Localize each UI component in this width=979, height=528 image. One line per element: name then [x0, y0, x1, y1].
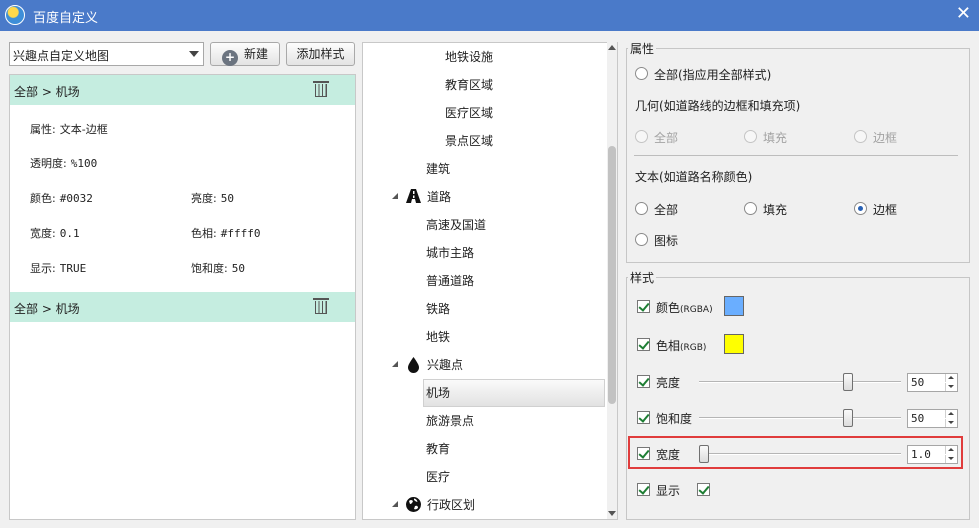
radio-text-border[interactable]: [854, 202, 867, 215]
trash-icon[interactable]: [313, 81, 329, 97]
poi-drop-icon: [408, 357, 419, 373]
tree-scrollbar[interactable]: [607, 42, 617, 519]
color-checkbox[interactable]: [637, 300, 650, 313]
scroll-thumb[interactable]: [608, 146, 616, 404]
spin-down-icon[interactable]: [945, 419, 956, 427]
hue-swatch[interactable]: [724, 334, 744, 354]
tree-item-airport[interactable]: 机场: [426, 382, 450, 404]
tree-item-medical-area[interactable]: 医疗区域: [445, 102, 493, 124]
tree-item-education-area[interactable]: 教育区域: [445, 74, 493, 96]
plus-icon: +: [221, 50, 238, 66]
radio-text-icon-label: 图标: [654, 234, 679, 248]
add-style-button[interactable]: 添加样式: [286, 42, 355, 66]
spin-down-icon[interactable]: [945, 383, 956, 391]
tree-item-highway[interactable]: 高速及国道: [426, 214, 486, 236]
saturation-slider-thumb[interactable]: [843, 409, 853, 427]
new-button-label: 新建: [243, 47, 268, 61]
hue-checkbox[interactable]: [637, 338, 650, 351]
scroll-up-icon[interactable]: [608, 45, 616, 50]
radio-geometry-fill-label: 填充: [763, 131, 788, 145]
radio-text-border-label: 边框: [873, 203, 898, 217]
spin-up-icon[interactable]: [945, 410, 956, 418]
radio-text-fill-label: 填充: [763, 203, 788, 217]
map-select-value: 兴趣点自定义地图: [13, 49, 110, 63]
radio-text-all[interactable]: [635, 202, 648, 215]
tree-item-tourist-spot[interactable]: 旅游景点: [426, 410, 474, 432]
style-group-title: 全部 > 机场: [14, 85, 80, 99]
geometry-title: 几何(如道路线的边框和填充项): [635, 99, 801, 113]
brightness-slider[interactable]: [699, 381, 901, 383]
map-select[interactable]: 兴趣点自定义地图: [9, 42, 204, 66]
prop-visible: 显示: TRUE: [30, 262, 87, 275]
tree-item-medical[interactable]: 医疗: [426, 466, 450, 488]
tree-item-road[interactable]: 道路: [427, 186, 451, 208]
brightness-spinbox[interactable]: 50: [907, 373, 958, 392]
road-icon: [406, 189, 421, 203]
window-title: 百度自定义: [33, 11, 99, 26]
style-group-header[interactable]: 全部 > 机场: [10, 75, 355, 105]
brightness-slider-thumb[interactable]: [843, 373, 853, 391]
radio-geometry-all[interactable]: [635, 130, 648, 143]
saturation-spinbox[interactable]: 50: [907, 409, 958, 428]
new-button[interactable]: + 新建: [210, 42, 280, 66]
highlight-box: [628, 436, 963, 469]
style-group-title: 样式: [628, 269, 657, 286]
hue-label: 色相(RGB): [656, 339, 707, 353]
chevron-down-icon[interactable]: [189, 51, 199, 57]
scroll-down-icon[interactable]: [608, 511, 616, 516]
tree-item-subway-facility[interactable]: 地铁设施: [445, 46, 493, 68]
visible-checkbox[interactable]: [637, 483, 650, 496]
attr-group-title: 属性: [628, 40, 657, 57]
tree-item-admin-division[interactable]: 行政区划: [427, 494, 475, 516]
tree-item-railway[interactable]: 铁路: [426, 298, 450, 320]
radio-apply-all[interactable]: [635, 67, 648, 80]
brightness-checkbox[interactable]: [637, 375, 650, 388]
tree-selection: [423, 379, 605, 407]
spin-up-icon[interactable]: [945, 374, 956, 382]
app-icon: [5, 5, 25, 25]
style-group-header[interactable]: 全部 > 机场: [10, 292, 355, 322]
tree-item-subway[interactable]: 地铁: [426, 326, 450, 348]
radio-geometry-border-label: 边框: [873, 131, 898, 145]
saturation-label: 饱和度: [656, 412, 693, 426]
color-label: 颜色(RGBA): [656, 301, 713, 315]
brightness-label: 亮度: [656, 376, 681, 390]
saturation-slider[interactable]: [699, 417, 901, 419]
prop-color: 颜色: #0032: [30, 192, 93, 205]
prop-hue: 色相: #ffff0: [191, 227, 261, 240]
tree-item-poi[interactable]: 兴趣点: [427, 354, 463, 376]
radio-apply-all-label: 全部(指应用全部样式): [654, 68, 772, 82]
close-icon[interactable]: ✕: [956, 4, 971, 24]
prop-attr: 属性: 文本-边框: [30, 123, 108, 136]
style-list-panel: 全部 > 机场 属性: 文本-边框 透明度: %100 颜色: #0032 亮度: 50…: [9, 74, 356, 520]
visible-label: 显示: [656, 484, 681, 498]
radio-geometry-all-label: 全部: [654, 131, 679, 145]
visible-value-checkbox[interactable]: [697, 483, 710, 496]
text-title: 文本(如道路名称颜色): [635, 170, 753, 184]
tree-item-scenic-area[interactable]: 景点区域: [445, 130, 493, 152]
radio-geometry-border[interactable]: [854, 130, 867, 143]
tree-item-normal-road[interactable]: 普通道路: [426, 270, 474, 292]
expander-icon[interactable]: [392, 193, 398, 199]
radio-text-fill[interactable]: [744, 202, 757, 215]
trash-icon[interactable]: [313, 298, 329, 314]
radio-text-icon[interactable]: [635, 233, 648, 246]
radio-text-all-label: 全部: [654, 203, 679, 217]
divider: [634, 155, 958, 156]
style-group-title: 全部 > 机场: [14, 302, 80, 316]
prop-opacity: 透明度: %100: [30, 157, 98, 170]
tree-item-building[interactable]: 建筑: [426, 158, 450, 180]
prop-width: 宽度: 0.1: [30, 227, 80, 240]
radio-geometry-fill[interactable]: [744, 130, 757, 143]
expander-icon[interactable]: [392, 361, 398, 367]
saturation-checkbox[interactable]: [637, 411, 650, 424]
color-swatch[interactable]: [724, 296, 744, 316]
expander-icon[interactable]: [392, 501, 398, 507]
globe-icon: [406, 497, 421, 512]
prop-brightness: 亮度: 50: [191, 192, 234, 205]
title-bar: 百度自定义 ✕: [0, 0, 979, 31]
tree-item-education[interactable]: 教育: [426, 438, 450, 460]
prop-saturation: 饱和度: 50: [191, 262, 245, 275]
tree-item-main-road[interactable]: 城市主路: [426, 242, 474, 264]
